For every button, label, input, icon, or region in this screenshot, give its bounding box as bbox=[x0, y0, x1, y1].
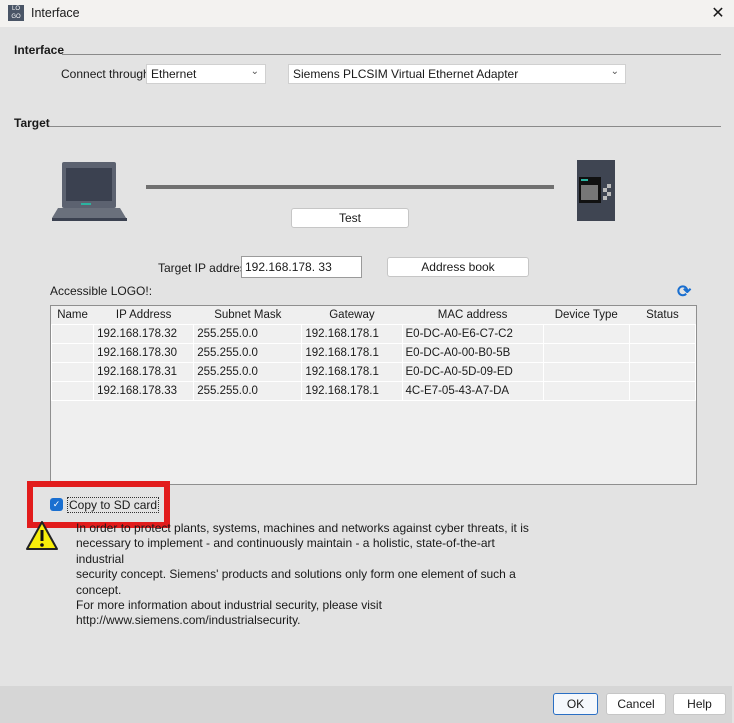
adapter-select[interactable]: Siemens PLCSIM Virtual Ethernet Adapter ⌄ bbox=[288, 64, 626, 84]
table-cell bbox=[628, 323, 697, 344]
table-cell: 255.255.0.0 bbox=[193, 380, 303, 401]
table-cell: 192.168.178.33 bbox=[93, 380, 195, 401]
divider bbox=[50, 126, 721, 127]
table-cell bbox=[628, 361, 697, 382]
chevron-down-icon: ⌄ bbox=[610, 66, 619, 77]
column-header[interactable]: IP Address bbox=[93, 306, 194, 324]
table-cell: 192.168.178.1 bbox=[301, 380, 403, 401]
laptop-icon bbox=[52, 162, 127, 221]
notice-line: For more information about industrial se… bbox=[76, 598, 382, 613]
divider bbox=[62, 54, 721, 55]
refresh-icon[interactable]: ⟳ bbox=[677, 282, 691, 302]
adapter-value: Siemens PLCSIM Virtual Ethernet Adapter bbox=[293, 67, 519, 81]
window-title: Interface bbox=[31, 6, 80, 20]
cancel-button[interactable]: Cancel bbox=[606, 693, 666, 715]
notice-line: In order to protect plants, systems, mac… bbox=[76, 521, 529, 535]
connect-value: Ethernet bbox=[151, 67, 197, 81]
address-book-button[interactable]: Address book bbox=[387, 257, 529, 277]
help-button[interactable]: Help bbox=[673, 693, 726, 715]
chevron-down-icon: ⌄ bbox=[250, 66, 259, 77]
close-icon[interactable]: ✕ bbox=[708, 3, 728, 23]
table-cell: E0-DC-A0-5D-09-ED bbox=[401, 361, 544, 382]
logo-device-icon bbox=[577, 160, 615, 221]
target-section-label: Target bbox=[14, 116, 50, 130]
table-cell: 192.168.178.32 bbox=[93, 323, 195, 344]
column-header[interactable]: Device Type bbox=[543, 306, 630, 324]
test-button[interactable]: Test bbox=[291, 208, 409, 228]
table-row[interactable]: 192.168.178.30 255.255.0.0 192.168.178.1 E0… bbox=[50, 342, 697, 363]
device-table: Name IP Address Subnet Mask Gateway MAC addr… bbox=[50, 305, 697, 485]
title-bar bbox=[0, 0, 734, 27]
table-row[interactable]: 192.168.178.32 255.255.0.0 192.168.178.1 E0… bbox=[50, 323, 697, 344]
security-notice: In order to protect plants, systems, mac… bbox=[76, 521, 536, 629]
table-cell: E0-DC-A0-00-B0-5B bbox=[401, 342, 544, 363]
notice-line: security concept. Siemens' products and … bbox=[76, 567, 516, 597]
table-cell bbox=[50, 361, 95, 382]
table-cell: 192.168.178.1 bbox=[301, 323, 403, 344]
target-ip-input[interactable]: 192.168.178. 33 bbox=[241, 256, 362, 278]
table-cell: 255.255.0.0 bbox=[193, 323, 303, 344]
table-cell bbox=[542, 342, 630, 363]
table-cell bbox=[50, 380, 95, 401]
accessible-logo-label: Accessible LOGO!: bbox=[50, 284, 153, 298]
table-cell: 192.168.178.1 bbox=[301, 361, 403, 382]
table-cell: 192.168.178.30 bbox=[93, 342, 195, 363]
table-cell: E0-DC-A0-E6-C7-C2 bbox=[401, 323, 544, 344]
table-cell: 255.255.0.0 bbox=[193, 361, 303, 382]
table-cell bbox=[628, 342, 697, 363]
column-header[interactable]: Gateway bbox=[301, 306, 402, 324]
table-row[interactable]: 192.168.178.33 255.255.0.0 192.168.178.1 4C… bbox=[50, 380, 697, 401]
ok-button[interactable]: OK bbox=[553, 693, 598, 715]
table-cell bbox=[542, 323, 630, 344]
notice-line: http://www.siemens.com/industrialsecurit… bbox=[76, 613, 301, 628]
connect-through-select[interactable]: Ethernet ⌄ bbox=[146, 64, 266, 84]
table-cell: 255.255.0.0 bbox=[193, 342, 303, 363]
table-cell bbox=[542, 361, 630, 382]
app-icon: LO GO bbox=[8, 5, 24, 21]
table-row[interactable]: 192.168.178.31 255.255.0.0 192.168.178.1 E0… bbox=[50, 361, 697, 382]
connect-through-label: Connect through: bbox=[61, 67, 154, 81]
column-header[interactable]: Status bbox=[629, 306, 696, 324]
column-header[interactable]: Name bbox=[51, 306, 94, 324]
table-cell: 192.168.178.1 bbox=[301, 342, 403, 363]
table-cell bbox=[50, 342, 95, 363]
table-cell: 192.168.178.31 bbox=[93, 361, 195, 382]
column-header[interactable]: MAC address bbox=[402, 306, 544, 324]
connection-line bbox=[146, 185, 554, 189]
warning-icon bbox=[26, 521, 58, 550]
table-cell: 4C-E7-05-43-A7-DA bbox=[401, 380, 544, 401]
table-cell bbox=[50, 323, 95, 344]
interface-section-label: Interface bbox=[14, 43, 65, 57]
column-header[interactable]: Subnet Mask bbox=[193, 306, 302, 324]
table-cell bbox=[542, 380, 630, 401]
notice-line: necessary to implement - and continuousl… bbox=[76, 536, 495, 566]
table-cell bbox=[628, 380, 697, 401]
